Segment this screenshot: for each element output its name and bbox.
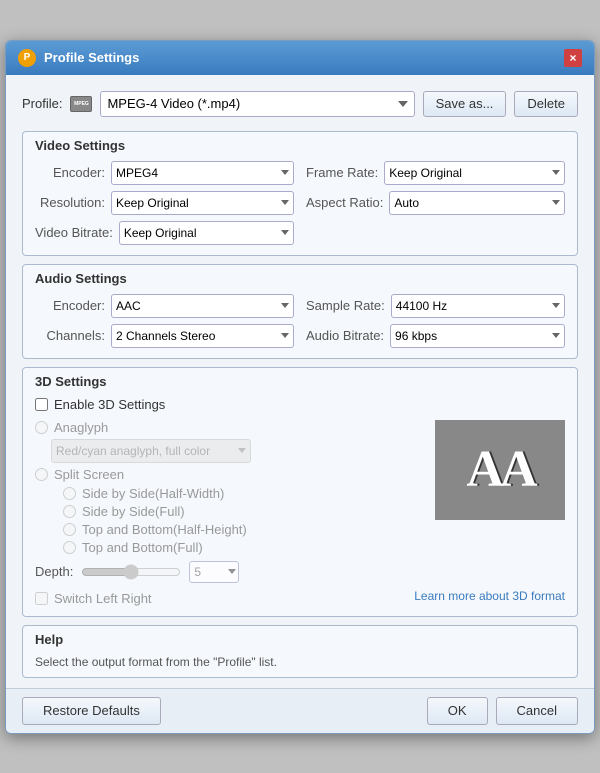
enable-3d-checkbox[interactable] [35, 398, 48, 411]
side-by-side-half-radio[interactable] [63, 487, 76, 500]
title-bar: P Profile Settings × [6, 41, 594, 75]
threed-settings-section: 3D Settings Enable 3D Settings Anaglyph … [22, 367, 578, 617]
enable-3d-label[interactable]: Enable 3D Settings [54, 397, 165, 412]
resolution-label: Resolution: [35, 195, 105, 210]
anaglyph-radio[interactable] [35, 421, 48, 434]
threed-bottom-row: Switch Left Right Learn more about 3D fo… [35, 587, 565, 606]
depth-label: Depth: [35, 564, 73, 579]
resolution-field: Resolution: Keep Original [35, 191, 294, 215]
aspect-ratio-field: Aspect Ratio: Auto [306, 191, 565, 215]
threed-preview: AA [435, 420, 565, 520]
depth-row: Depth: 5 [35, 561, 423, 583]
video-bitrate-label: Video Bitrate: [35, 225, 113, 240]
delete-button[interactable]: Delete [514, 91, 578, 117]
anaglyph-label: Anaglyph [54, 420, 108, 435]
video-bitrate-field: Video Bitrate: Keep Original [35, 221, 294, 245]
side-by-side-full-label: Side by Side(Full) [82, 504, 185, 519]
top-bottom-half-radio[interactable] [63, 523, 76, 536]
profile-select[interactable]: MPEG-4 Video (*.mp4) [100, 91, 414, 117]
aspect-ratio-label: Aspect Ratio: [306, 195, 383, 210]
depth-slider[interactable] [81, 564, 181, 580]
ok-button[interactable]: OK [427, 697, 488, 725]
dialog-icon-text: P [24, 52, 31, 63]
profile-format-icon: MPEG [70, 96, 92, 112]
dialog-title: Profile Settings [44, 50, 556, 65]
help-title: Help [35, 632, 565, 647]
help-text: Select the output format from the "Profi… [35, 655, 565, 669]
encoder-field: Encoder: MPEG4 [35, 161, 294, 185]
switch-left-right-checkbox[interactable] [35, 592, 48, 605]
split-screen-label: Split Screen [54, 467, 124, 482]
audio-encoder-field: Encoder: AAC [35, 294, 294, 318]
dialog-icon: P [18, 49, 36, 67]
audio-bitrate-label: Audio Bitrate: [306, 328, 384, 343]
video-bitrate-select[interactable]: Keep Original [119, 221, 294, 245]
footer-right: OK Cancel [427, 697, 578, 725]
split-screen-radio[interactable] [35, 468, 48, 481]
split-screen-radio-row: Split Screen [35, 467, 423, 482]
dialog-footer: Restore Defaults OK Cancel [6, 688, 594, 733]
side-by-side-half-label: Side by Side(Half-Width) [82, 486, 224, 501]
audio-encoder-label: Encoder: [35, 298, 105, 313]
threed-left: Anaglyph Red/cyan anaglyph, full color S… [35, 420, 423, 583]
video-settings-section: Video Settings Encoder: MPEG4 Frame Rate… [22, 131, 578, 256]
restore-defaults-button[interactable]: Restore Defaults [22, 697, 161, 725]
switch-row: Switch Left Right [35, 591, 152, 606]
profile-row: Profile: MPEG MPEG-4 Video (*.mp4) Save … [22, 85, 578, 123]
save-as-button[interactable]: Save as... [423, 91, 507, 117]
audio-encoder-select[interactable]: AAC [111, 294, 294, 318]
video-settings-grid: Encoder: MPEG4 Frame Rate: Keep Original… [35, 161, 565, 245]
sample-rate-select[interactable]: 44100 Hz [391, 294, 565, 318]
enable-3d-row: Enable 3D Settings [35, 397, 565, 412]
top-bottom-half-label: Top and Bottom(Half-Height) [82, 522, 247, 537]
audio-bitrate-field: Audio Bitrate: 96 kbps [306, 324, 565, 348]
dialog-content: Profile: MPEG MPEG-4 Video (*.mp4) Save … [6, 75, 594, 688]
top-bottom-full-row: Top and Bottom(Full) [63, 540, 423, 555]
close-button[interactable]: × [564, 49, 582, 67]
profile-label: Profile: [22, 96, 62, 111]
encoder-select[interactable]: MPEG4 [111, 161, 294, 185]
switch-left-right-label: Switch Left Right [54, 591, 152, 606]
anaglyph-radio-row: Anaglyph [35, 420, 423, 435]
top-bottom-half-row: Top and Bottom(Half-Height) [63, 522, 423, 537]
frame-rate-select[interactable]: Keep Original [384, 161, 565, 185]
top-bottom-full-radio[interactable] [63, 541, 76, 554]
side-by-side-full-radio[interactable] [63, 505, 76, 518]
threed-settings-title: 3D Settings [35, 374, 565, 389]
frame-rate-label: Frame Rate: [306, 165, 378, 180]
encoder-label: Encoder: [35, 165, 105, 180]
channels-select[interactable]: 2 Channels Stereo [111, 324, 294, 348]
preview-aa-text: AA [466, 440, 533, 499]
cancel-button[interactable]: Cancel [496, 697, 578, 725]
audio-settings-section: Audio Settings Encoder: AAC Sample Rate:… [22, 264, 578, 359]
anaglyph-select[interactable]: Red/cyan anaglyph, full color [51, 439, 251, 463]
profile-settings-dialog: P Profile Settings × Profile: MPEG MPEG-… [5, 40, 595, 734]
anaglyph-options: Red/cyan anaglyph, full color [51, 439, 423, 463]
frame-rate-field: Frame Rate: Keep Original [306, 161, 565, 185]
audio-settings-grid: Encoder: AAC Sample Rate: 44100 Hz Chann… [35, 294, 565, 348]
side-by-side-full-row: Side by Side(Full) [63, 504, 423, 519]
channels-field: Channels: 2 Channels Stereo [35, 324, 294, 348]
sample-rate-label: Sample Rate: [306, 298, 385, 313]
resolution-select[interactable]: Keep Original [111, 191, 294, 215]
profile-icon-text: MPEG [74, 101, 89, 107]
learn-more-link[interactable]: Learn more about 3D format [414, 589, 565, 603]
audio-bitrate-select[interactable]: 96 kbps [390, 324, 565, 348]
sample-rate-field: Sample Rate: 44100 Hz [306, 294, 565, 318]
aspect-ratio-select[interactable]: Auto [389, 191, 565, 215]
top-bottom-full-label: Top and Bottom(Full) [82, 540, 203, 555]
side-by-side-half-row: Side by Side(Half-Width) [63, 486, 423, 501]
channels-label: Channels: [35, 328, 105, 343]
audio-settings-title: Audio Settings [35, 271, 565, 286]
depth-select[interactable]: 5 [189, 561, 239, 583]
help-section: Help Select the output format from the "… [22, 625, 578, 678]
threed-content: Anaglyph Red/cyan anaglyph, full color S… [35, 420, 565, 583]
video-settings-title: Video Settings [35, 138, 565, 153]
